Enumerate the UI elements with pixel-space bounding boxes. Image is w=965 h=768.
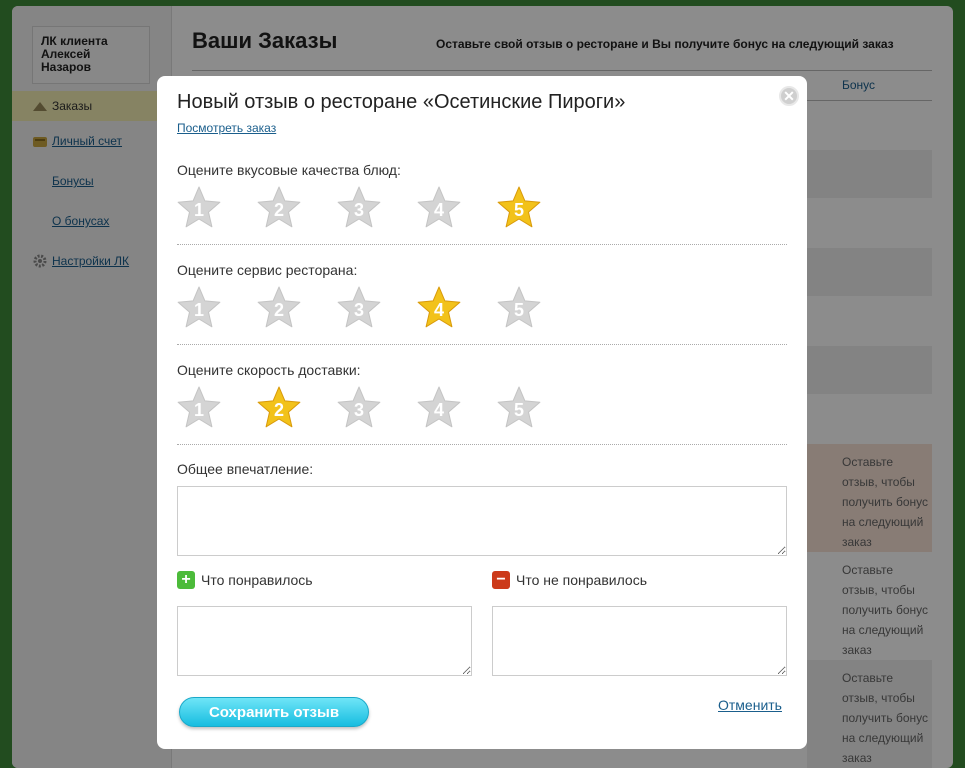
star-number: 1 — [194, 200, 204, 220]
star-5-icon[interactable]: 5 — [497, 386, 541, 430]
star-4-icon[interactable]: 4 — [417, 386, 461, 430]
question-label-delivery: Оцените скорость доставки: — [177, 362, 361, 378]
star-5-icon[interactable]: 5 — [497, 286, 541, 330]
star-4-icon[interactable]: 4 — [417, 286, 461, 330]
cancel-link[interactable]: Отменить — [718, 697, 782, 713]
plus-icon: + — [177, 571, 195, 589]
star-number: 2 — [274, 300, 284, 320]
divider — [177, 344, 787, 345]
star-2-icon[interactable]: 2 — [257, 386, 301, 430]
star-1-icon[interactable]: 1 — [177, 186, 221, 230]
star-number: 4 — [434, 200, 444, 220]
star-3-icon[interactable]: 3 — [337, 286, 381, 330]
star-4-icon[interactable]: 4 — [417, 186, 461, 230]
star-number: 5 — [514, 400, 524, 420]
modal-title: Новый отзыв о ресторане «Осетинские Пиро… — [177, 91, 626, 113]
liked-label-row: + Что понравилось — [177, 571, 313, 589]
rating-taste: 1 2 3 4 5 — [177, 186, 577, 230]
close-icon[interactable]: ✕ — [779, 86, 799, 106]
star-number: 3 — [354, 300, 364, 320]
view-order-link[interactable]: Посмотреть заказ — [177, 121, 276, 135]
minus-icon: − — [492, 571, 510, 589]
divider — [177, 244, 787, 245]
star-2-icon[interactable]: 2 — [257, 286, 301, 330]
divider — [177, 444, 787, 445]
star-number: 5 — [514, 200, 524, 220]
star-number: 5 — [514, 300, 524, 320]
disliked-field[interactable] — [492, 606, 787, 676]
star-5-icon[interactable]: 5 — [497, 186, 541, 230]
liked-field[interactable] — [177, 606, 472, 676]
star-number: 1 — [194, 300, 204, 320]
star-number: 4 — [434, 300, 444, 320]
star-1-icon[interactable]: 1 — [177, 286, 221, 330]
save-review-button[interactable]: Сохранить отзыв — [179, 697, 369, 727]
star-number: 3 — [354, 400, 364, 420]
star-3-icon[interactable]: 3 — [337, 186, 381, 230]
rating-delivery: 1 2 3 4 5 — [177, 386, 577, 430]
star-number: 2 — [274, 400, 284, 420]
disliked-label-row: − Что не понравилось — [492, 571, 647, 589]
question-label-service: Оцените сервис ресторана: — [177, 262, 358, 278]
star-number: 1 — [194, 400, 204, 420]
star-2-icon[interactable]: 2 — [257, 186, 301, 230]
overall-impression-field[interactable] — [177, 486, 787, 556]
question-label-taste: Оцените вкусовые качества блюд: — [177, 162, 401, 178]
star-number: 2 — [274, 200, 284, 220]
star-1-icon[interactable]: 1 — [177, 386, 221, 430]
rating-service: 1 2 3 4 5 — [177, 286, 577, 330]
review-modal: ✕ Новый отзыв о ресторане «Осетинские Пи… — [157, 76, 807, 749]
star-3-icon[interactable]: 3 — [337, 386, 381, 430]
liked-label: Что понравилось — [201, 572, 313, 588]
overall-label: Общее впечатление: — [177, 461, 314, 477]
disliked-label: Что не понравилось — [516, 572, 648, 588]
star-number: 3 — [354, 200, 364, 220]
star-number: 4 — [434, 400, 444, 420]
